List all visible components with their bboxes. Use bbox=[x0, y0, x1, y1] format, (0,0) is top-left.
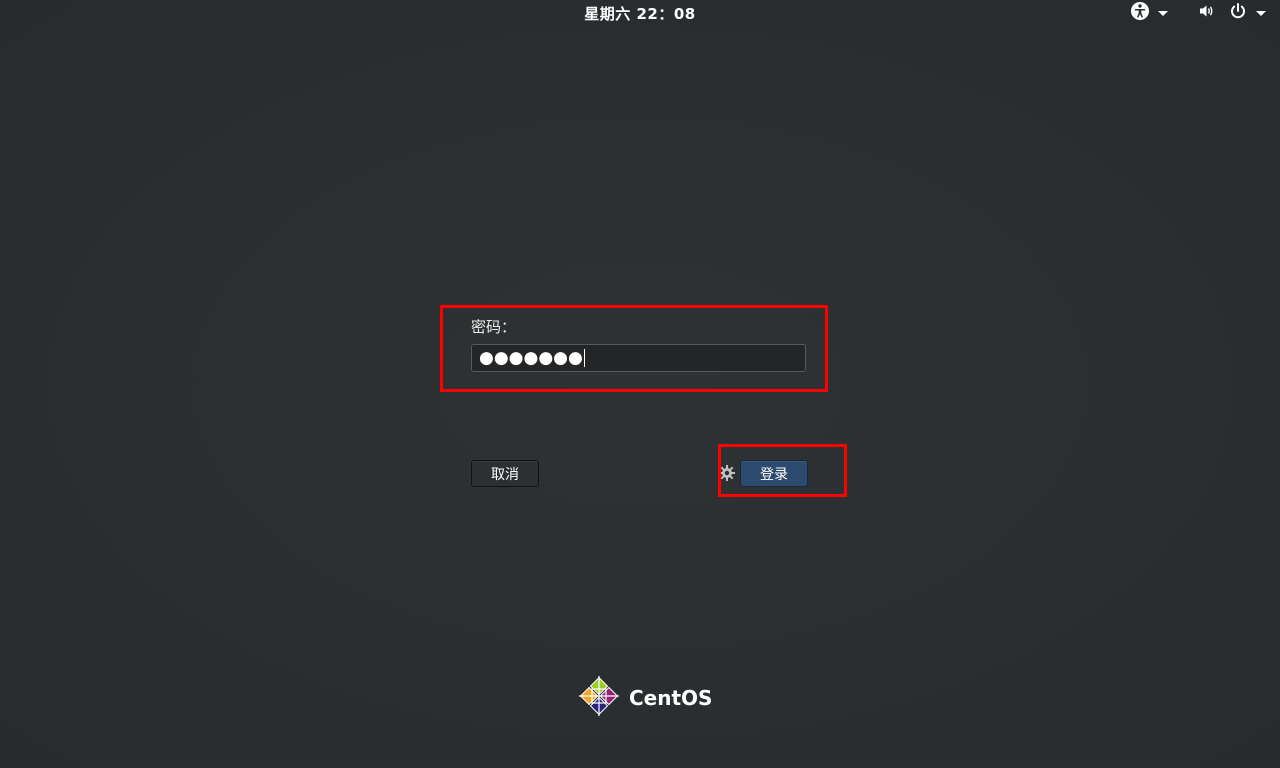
centos-logo-icon bbox=[577, 674, 621, 722]
chevron-down-icon bbox=[1256, 10, 1266, 16]
login-screen: 星期六 22：08 密码： ●●●●●●● 取消 登录 CentOS bbox=[0, 0, 1280, 768]
logo-text: CentOS bbox=[629, 686, 713, 710]
login-highlight-box bbox=[718, 444, 847, 497]
centos-logo: CentOS bbox=[577, 674, 712, 722]
cancel-button[interactable]: 取消 bbox=[471, 460, 539, 487]
volume-icon bbox=[1196, 1, 1216, 25]
power-icon bbox=[1228, 1, 1248, 25]
password-highlight-box bbox=[440, 305, 828, 392]
accessibility-icon bbox=[1130, 1, 1150, 25]
system-menu[interactable] bbox=[1196, 0, 1266, 26]
clock[interactable]: 星期六 22：08 bbox=[0, 3, 1280, 24]
accessibility-menu[interactable] bbox=[1130, 0, 1168, 26]
chevron-down-icon bbox=[1158, 10, 1168, 16]
